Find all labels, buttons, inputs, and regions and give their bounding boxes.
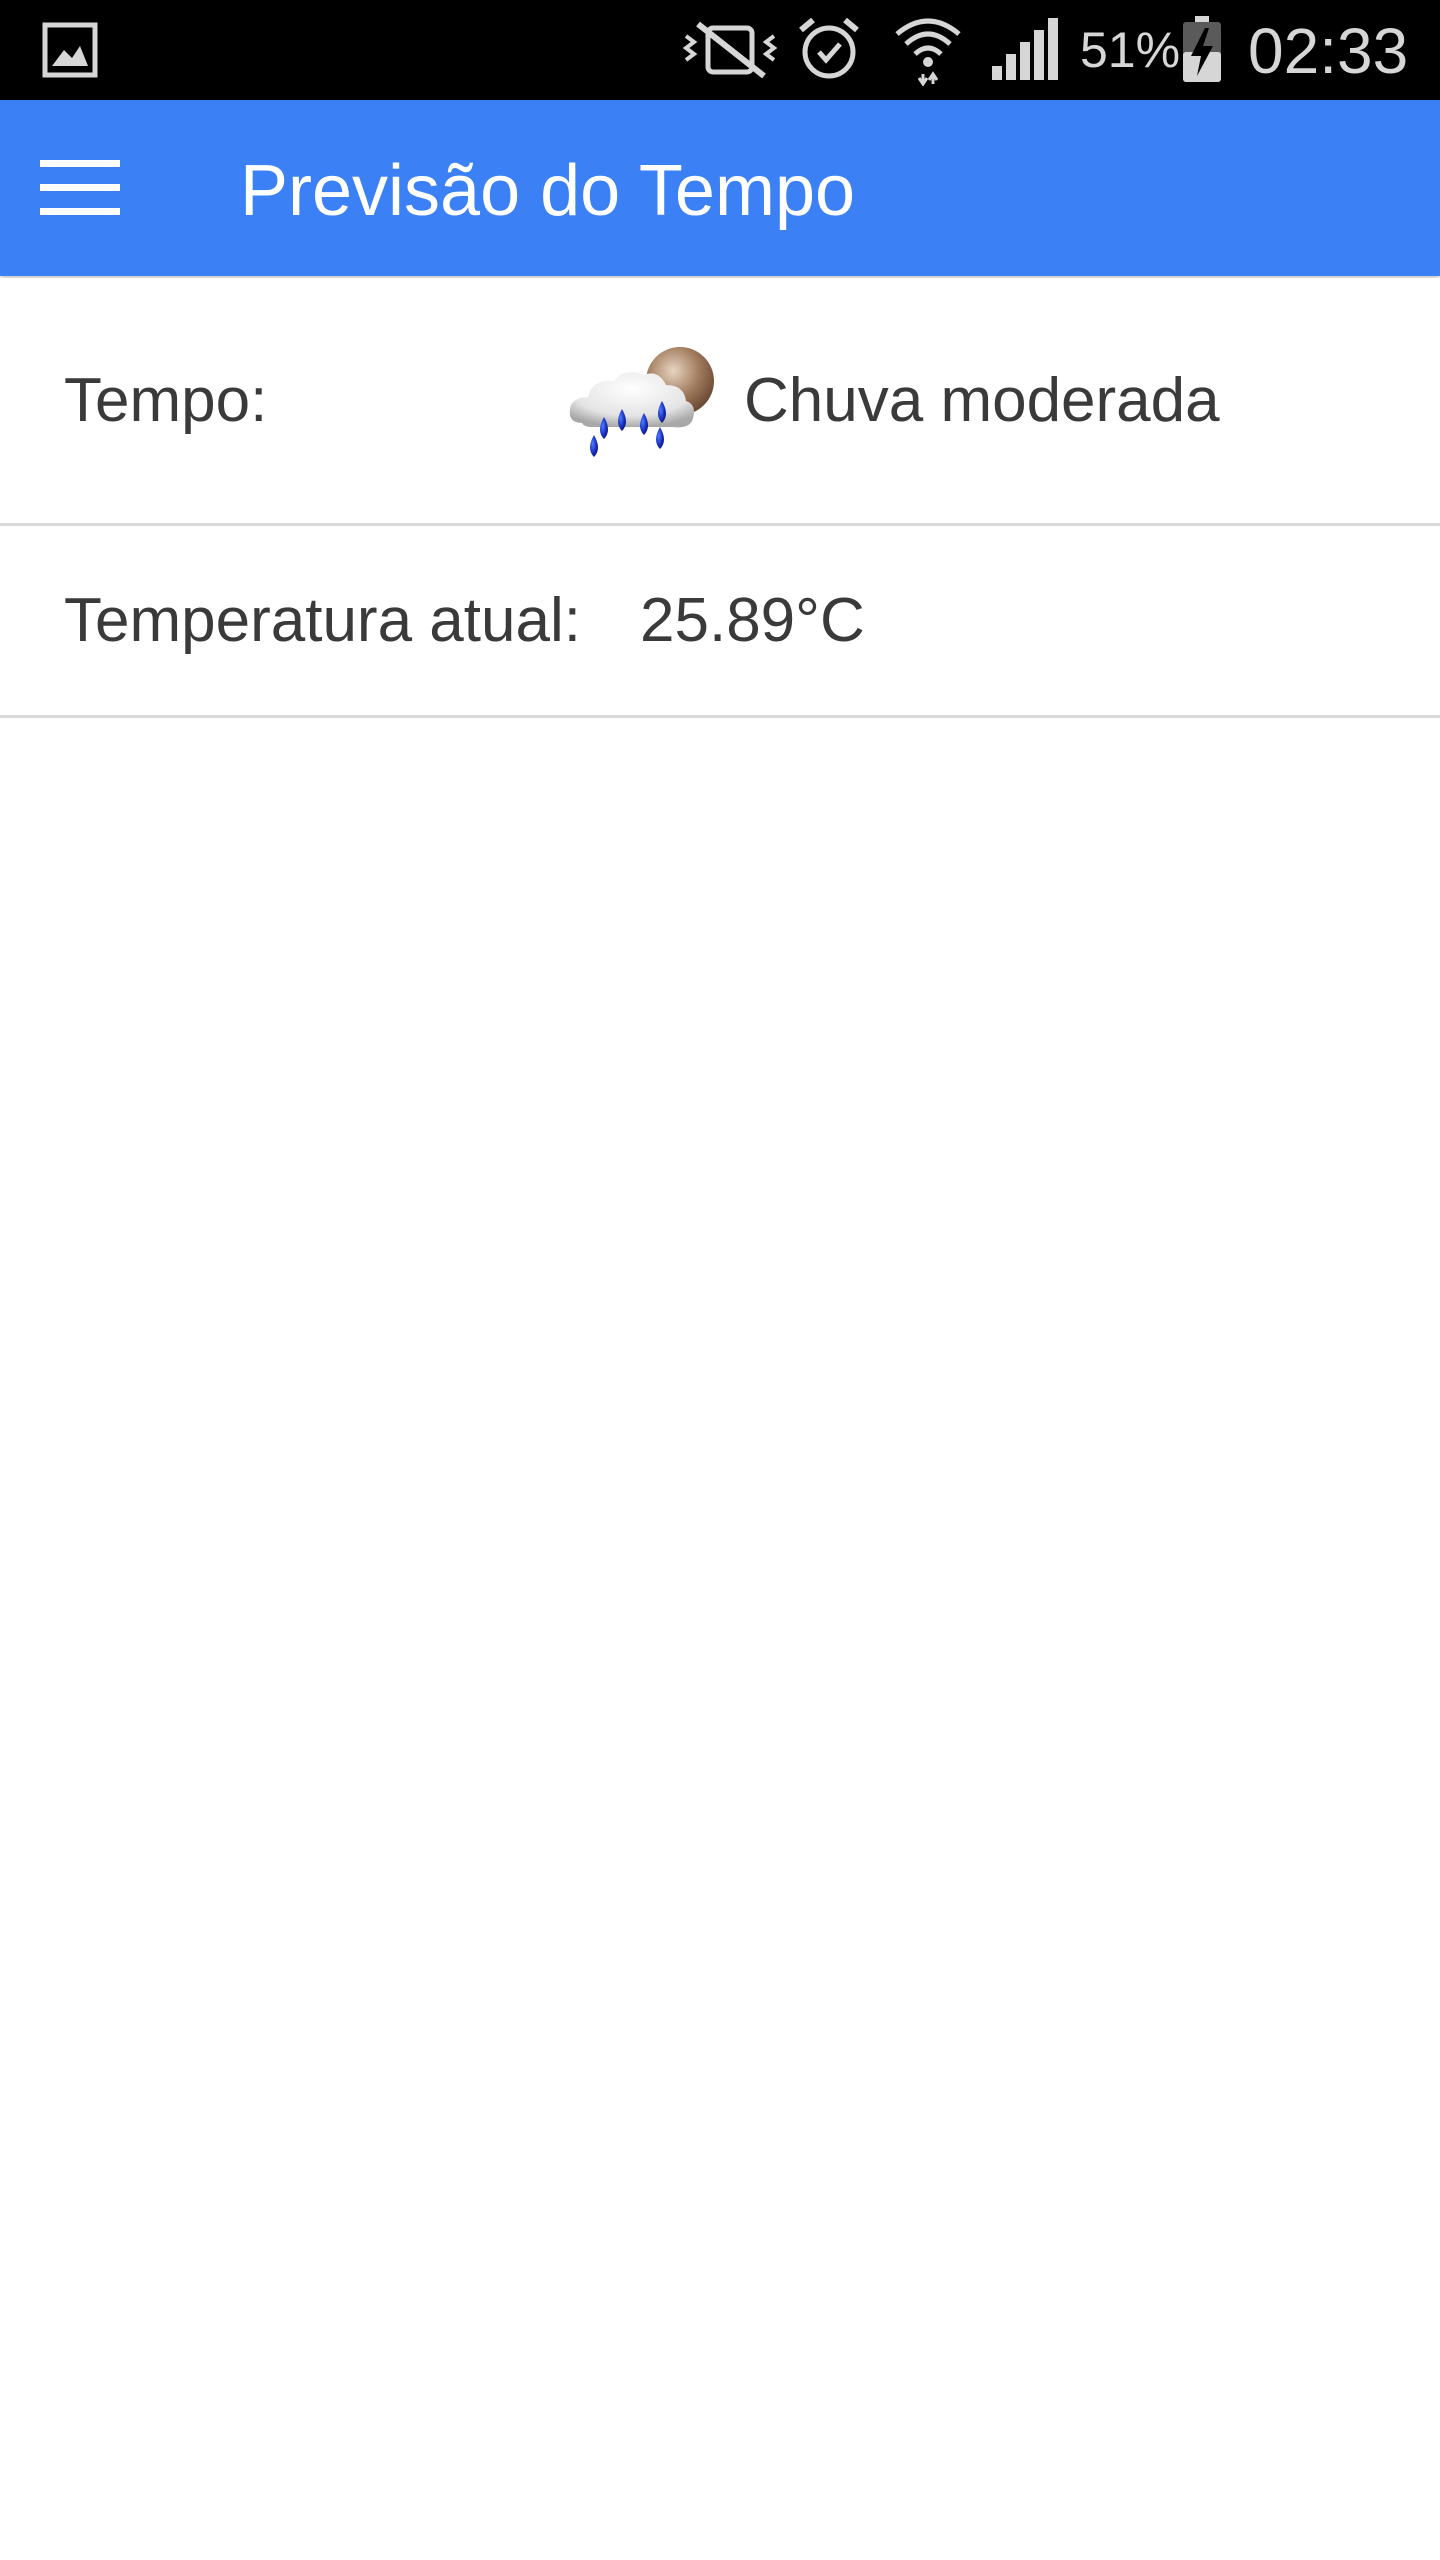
temperature-value: 25.89°C <box>640 586 865 655</box>
clock: 02:33 <box>1248 15 1409 87</box>
wifi-icon <box>895 18 961 86</box>
battery-percent: 51% <box>1080 22 1181 78</box>
weather-label: Tempo: <box>64 366 268 435</box>
vibrate-mute-icon <box>682 21 778 79</box>
temperature-label: Temperatura atual: <box>64 586 581 655</box>
battery-charging-icon <box>1183 16 1221 82</box>
status-bar: 51% 02:33 <box>0 0 1440 100</box>
app-bar: Previsão do Tempo <box>0 100 1440 276</box>
rain-cloud-moon-icon <box>569 347 714 457</box>
weather-row: Tempo: Chuva moderada <box>0 278 1440 526</box>
cellular-signal-icon <box>992 18 1058 80</box>
alarm-icon <box>799 17 859 79</box>
weather-description: Chuva moderada <box>744 366 1220 435</box>
temperature-row: Temperatura atual: 25.89°C <box>0 526 1440 718</box>
gallery-icon <box>42 22 98 78</box>
hamburger-menu-icon[interactable] <box>30 148 130 228</box>
page-title: Previsão do Tempo <box>240 151 856 231</box>
